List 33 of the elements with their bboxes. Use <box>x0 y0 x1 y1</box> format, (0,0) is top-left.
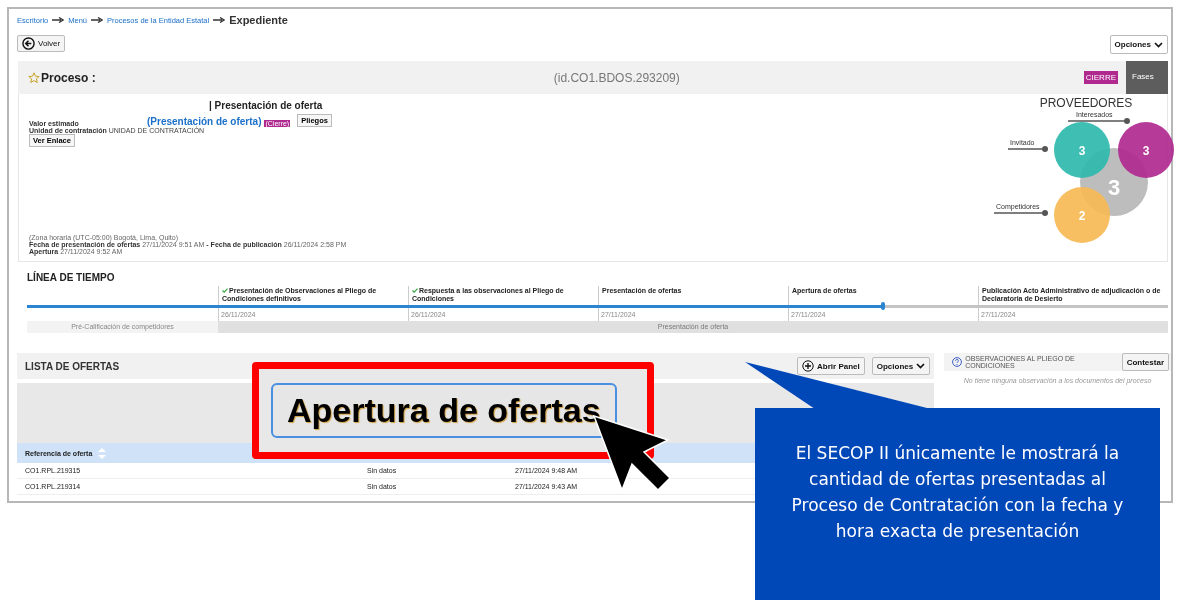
provider-count: 3 <box>1142 144 1150 158</box>
star-icon[interactable] <box>28 71 40 84</box>
chevron-down-icon <box>1154 41 1163 48</box>
options-button[interactable]: Opciones <box>1109 35 1168 54</box>
phase-heading: | Presentación de oferta <box>209 100 323 111</box>
process-title: Proceso : <box>41 70 96 85</box>
provider-count: 3 <box>1078 144 1086 158</box>
section-title: LISTA DE OFERTAS <box>25 360 121 372</box>
timeline-marker <box>880 302 885 310</box>
arrow-icon <box>52 17 65 23</box>
process-id: (id.CO1.BDOS.293209) <box>553 70 681 85</box>
help-icon[interactable] <box>952 357 963 367</box>
plus-circle-icon <box>802 360 815 372</box>
leader-line <box>1007 146 1048 152</box>
sort-icon[interactable] <box>98 447 107 459</box>
status-badge: CIERRE <box>1083 71 1118 84</box>
back-arrow-icon <box>22 37 35 50</box>
breadcrumb-current: Expediente <box>229 14 288 26</box>
phase-link[interactable]: (Presentación de oferta) <box>147 116 262 127</box>
leader-line <box>993 210 1048 216</box>
leader-line <box>1067 118 1130 124</box>
arrow-icon <box>213 17 226 23</box>
reply-button[interactable]: Contestar <box>1121 353 1169 371</box>
check-icon <box>412 288 418 293</box>
section-title: LÍNEA DE TIEMPO <box>27 272 116 285</box>
providers-title: PROVEEDORES <box>1039 96 1133 110</box>
phases-button[interactable]: Fases <box>1126 61 1168 94</box>
total-count: 3 <box>1107 175 1121 200</box>
back-button[interactable]: Volver <box>17 35 66 52</box>
check-icon <box>222 288 228 293</box>
arrow-icon <box>91 17 104 23</box>
provider-count: 2 <box>1078 209 1086 223</box>
chevron-down-icon <box>916 363 926 369</box>
